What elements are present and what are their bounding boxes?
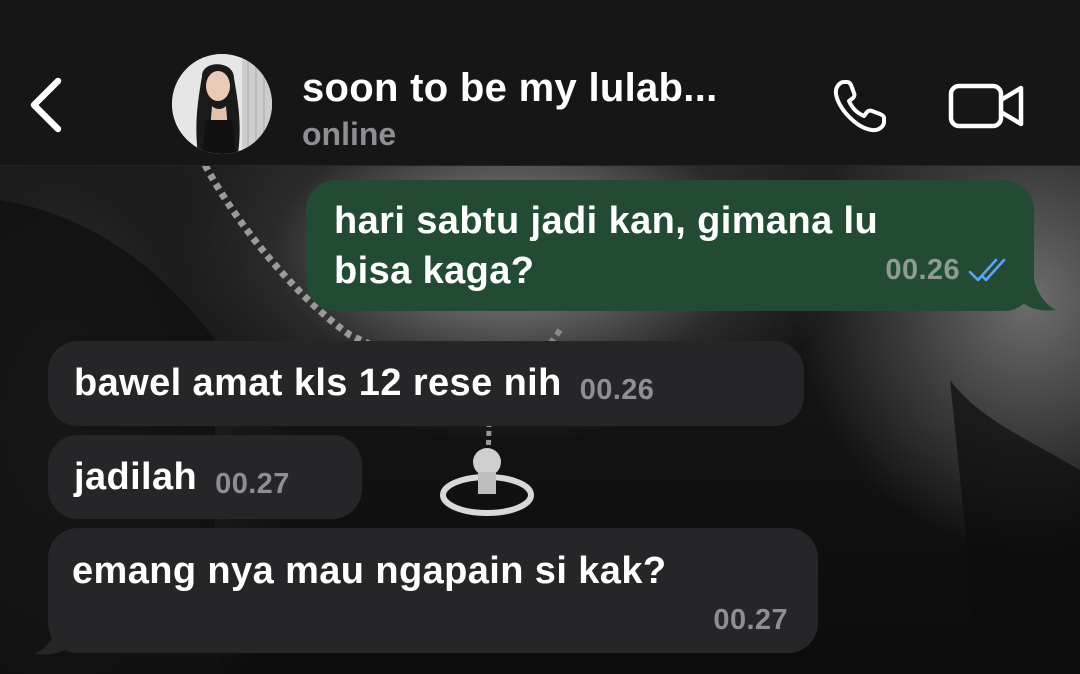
contact-avatar[interactable] [172,54,272,154]
voice-call-button[interactable] [826,72,894,140]
contact-name[interactable]: soon to be my lulab... [302,66,718,111]
chat-header: soon to be my lulab... online [0,0,1080,166]
message-time: 00.26 [885,254,960,286]
message-text: bawel amat kls 12 rese nih [74,362,562,404]
message-bubble-incoming[interactable]: emang nya mau ngapain si kak? 00.27 [48,528,818,653]
avatar-photo [172,54,272,154]
message-text: emang nya mau ngapain si kak? [72,550,667,592]
double-check-read-icon [968,258,1006,282]
presence-status: online [302,116,397,152]
message-time: 00.27 [713,604,788,636]
message-meta: 00.26 [885,245,1012,295]
video-call-button[interactable] [944,76,1030,136]
message-bubble-incoming[interactable]: jadilah 00.27 [48,435,362,519]
phone-icon [833,80,886,133]
back-button[interactable] [18,70,74,140]
video-camera-icon [948,83,1024,129]
message-time: 00.26 [579,374,655,406]
chat-screen: soon to be my lulab... online hari sabtu… [0,0,1080,674]
message-time: 00.27 [215,467,290,500]
chevron-left-icon [30,77,62,133]
message-text: jadilah [74,455,198,498]
message-bubble-incoming[interactable]: bawel amat kls 12 rese nih 00.26 [48,341,804,426]
message-bubble-outgoing[interactable]: hari sabtu jadi kan, gimana lu bisa kaga… [306,180,1034,311]
message-text-line: hari sabtu jadi kan, gimana lu [334,200,879,242]
